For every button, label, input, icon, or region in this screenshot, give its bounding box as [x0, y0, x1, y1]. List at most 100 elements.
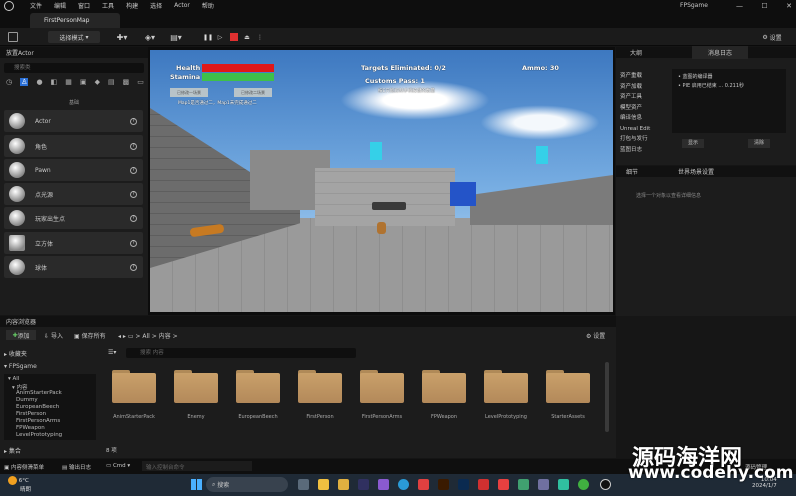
tab-message-log[interactable]: 消息日志	[692, 46, 749, 59]
cmd-dropdown[interactable]: ▭ Cmd ▾	[106, 463, 130, 469]
unreal-logo-icon[interactable]	[4, 0, 14, 11]
cinematics-icon[interactable]: ▤▾	[168, 31, 184, 43]
volume-icon[interactable]: ▣	[80, 78, 87, 86]
menu-build[interactable]: 构建	[126, 1, 138, 10]
folder-icon[interactable]	[422, 370, 466, 404]
folder-icon[interactable]	[112, 370, 156, 404]
help-icon[interactable]: ?	[130, 142, 137, 150]
close-icon[interactable]: ✕	[786, 2, 792, 10]
taskbar-search[interactable]: ⌕ 搜索	[206, 477, 288, 492]
menu-window[interactable]: 窗口	[78, 1, 90, 10]
help-icon[interactable]: ?	[130, 214, 137, 222]
menu-tools[interactable]: 工具	[102, 1, 114, 10]
minimize-icon[interactable]: —	[736, 2, 743, 10]
tree-item[interactable]: FPWeapon	[16, 425, 45, 431]
menu-edit[interactable]: 编辑	[54, 1, 66, 10]
hud-button-1[interactable]: 已修改一场景	[170, 88, 208, 97]
favorites-header[interactable]: ▸ 收藏夹	[4, 349, 27, 358]
explorer-icon[interactable]	[338, 479, 349, 490]
scrollbar[interactable]	[605, 362, 609, 432]
light-icon[interactable]: ●	[36, 78, 42, 86]
save-icon[interactable]	[8, 32, 18, 42]
help-icon[interactable]: ?	[130, 190, 137, 198]
unreal-taskbar-icon[interactable]	[600, 479, 611, 490]
extra-icon[interactable]: ▭	[137, 78, 144, 86]
game-view[interactable]: Health Stamina 已修改一场景 已修改二场景 Map1是否通过二，M…	[150, 50, 613, 312]
content-settings-button[interactable]: ⚙ 设置	[586, 331, 605, 340]
filter-icon[interactable]: ☰▾	[108, 349, 116, 356]
folder-icon[interactable]	[298, 370, 342, 404]
task-view-icon[interactable]	[298, 479, 309, 490]
folder-icon[interactable]	[360, 370, 404, 404]
actor-item-playerstart[interactable]: 玩家出生点?	[4, 207, 143, 229]
actor-item-cube[interactable]: 立方体?	[4, 232, 143, 254]
place-actors-search[interactable]: 搜索类	[4, 63, 144, 73]
actor-item-character[interactable]: 角色?	[4, 135, 143, 157]
eject-icon[interactable]: ⏏	[243, 31, 251, 43]
log-category[interactable]: 模型资产	[620, 103, 668, 114]
log-category[interactable]: 打包与发行	[620, 134, 668, 145]
clear-button[interactable]: 清除	[748, 139, 770, 148]
cinematic-icon[interactable]: ◧	[51, 78, 58, 86]
content-drawer-button[interactable]: ▣ 内容侧滑菜单	[4, 463, 44, 471]
more-options-icon[interactable]: ⋮	[256, 31, 264, 43]
tab-outliner[interactable]: 大纲	[630, 48, 642, 57]
app-icon[interactable]	[538, 479, 549, 490]
skip-icon[interactable]: ▷	[216, 31, 224, 43]
app-icon[interactable]	[518, 479, 529, 490]
menu-file[interactable]: 文件	[30, 1, 42, 10]
log-category[interactable]: 编译信息	[620, 113, 668, 124]
all-classes-icon[interactable]: ▤	[108, 78, 115, 86]
tree-item[interactable]: FirstPerson	[16, 411, 46, 417]
app-icon[interactable]	[358, 479, 369, 490]
tree-item[interactable]: EuropeanBeech	[16, 404, 59, 410]
start-icon[interactable]	[191, 479, 202, 490]
visual-studio-icon[interactable]	[378, 479, 389, 490]
visual-icon[interactable]: ▦	[65, 78, 72, 86]
help-icon[interactable]: ?	[130, 166, 137, 174]
photoshop-icon[interactable]	[458, 479, 469, 490]
tab-details[interactable]: 细节	[626, 167, 638, 176]
save-all-button[interactable]: ▣ 保存所有	[74, 331, 106, 340]
asset-search-input[interactable]: 搜索 内容	[126, 348, 356, 358]
folder-icon[interactable]	[484, 370, 528, 404]
recent-icon[interactable]: ◷	[6, 78, 12, 86]
maximize-icon[interactable]: ☐	[761, 2, 767, 10]
actor-item-pawn[interactable]: Pawn?	[4, 159, 143, 181]
settings-button[interactable]: ⚙ 设置	[752, 31, 792, 43]
help-icon[interactable]: ?	[130, 117, 137, 125]
app-icon[interactable]	[498, 479, 509, 490]
log-category[interactable]: 资产工具	[620, 92, 668, 103]
tab-firstpersonmap[interactable]: FirstPersonMap	[30, 13, 120, 28]
console-input[interactable]: 输入控制台命令	[142, 461, 252, 471]
widgets-icon[interactable]	[318, 479, 329, 490]
tree-item[interactable]: LevelPrototyping	[16, 432, 62, 438]
actor-item-sphere[interactable]: 球体?	[4, 256, 143, 278]
tree-item[interactable]: Dummy	[16, 397, 38, 403]
edge-icon[interactable]	[398, 479, 409, 490]
folder-icon[interactable]	[236, 370, 280, 404]
stop-button[interactable]	[230, 33, 238, 41]
shape-icon[interactable]: ◆	[95, 78, 100, 86]
mode-select-button[interactable]: 选择模式 ▾	[48, 31, 100, 43]
filter-button[interactable]: 显示	[682, 139, 704, 148]
folder-icon[interactable]	[174, 370, 218, 404]
add-button[interactable]: ✚ 添加	[6, 330, 36, 340]
tab-world-settings[interactable]: 世界场景设置	[678, 167, 714, 176]
menu-help[interactable]: 帮助	[202, 1, 214, 10]
project-header[interactable]: ▾ FPSgame	[4, 363, 37, 370]
help-icon[interactable]: ?	[130, 239, 137, 247]
add-content-icon[interactable]: ✚▾	[114, 31, 130, 43]
tree-item[interactable]: ▾ All	[8, 376, 19, 382]
folder-icon[interactable]	[546, 370, 590, 404]
output-log-button[interactable]: ▤ 输出日志	[62, 463, 91, 471]
play-icon[interactable]: ❚❚	[203, 31, 213, 43]
actor-item-actor[interactable]: Actor?	[4, 110, 143, 132]
collections-header[interactable]: ▸ 集合	[4, 446, 21, 455]
tree-item[interactable]: AnimStarterPack	[16, 390, 62, 396]
basic-icon[interactable]: ♙	[20, 78, 29, 86]
illustrator-icon[interactable]	[438, 479, 449, 490]
menu-actor[interactable]: Actor	[174, 2, 190, 9]
log-category[interactable]: 资产重载	[620, 71, 668, 82]
mesh-icon[interactable]: ▩	[123, 78, 130, 86]
